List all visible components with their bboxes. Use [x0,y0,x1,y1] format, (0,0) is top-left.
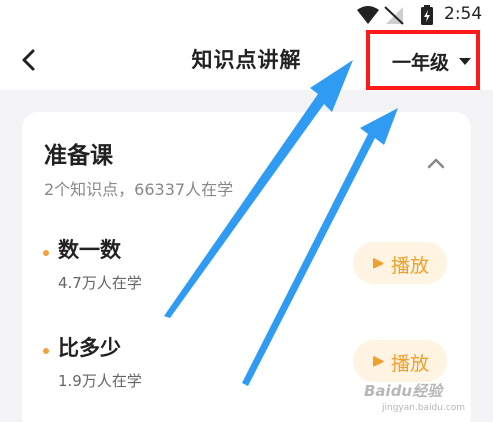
item-title: 比多少 [58,336,121,360]
item-learners: 1.9万人在学 [58,372,142,390]
chevron-up-icon[interactable] [426,156,446,170]
screen: 2:54 知识点讲解 一年级 准备课 2个知识点，66337人在学 数一数 4.… [0,0,493,422]
grade-selector-label: 一年级 [392,52,450,74]
wifi-icon [357,6,379,24]
bullet-dot [43,348,49,354]
course-subtitle: 2个知识点，66337人在学 [44,180,234,199]
item-title: 数一数 [58,238,121,262]
status-bar: 2:54 [0,0,493,30]
list-item[interactable]: 数一数 4.7万人在学 播放 [22,234,471,304]
header-bar: 知识点讲解 一年级 [0,30,493,90]
play-icon [373,258,384,269]
play-icon [373,356,384,367]
play-button[interactable]: 播放 [353,340,447,382]
caret-down-icon [459,58,471,65]
no-signal-icon [384,6,404,25]
item-learners: 4.7万人在学 [58,274,142,292]
play-button-label: 播放 [391,255,430,277]
grade-selector[interactable]: 一年级 [366,30,480,90]
course-title: 准备课 [44,143,113,169]
course-card: 准备课 2个知识点，66337人在学 数一数 4.7万人在学 播放 比多少 1.… [22,112,471,422]
bullet-dot [43,250,49,256]
watermark-logo: Baidu经验 [364,382,443,400]
play-button[interactable]: 播放 [353,242,447,284]
play-button-label: 播放 [391,353,430,375]
watermark-url: jingyan.baidu.com [382,403,466,413]
status-time: 2:54 [444,4,483,24]
battery-charging-icon [421,5,433,25]
